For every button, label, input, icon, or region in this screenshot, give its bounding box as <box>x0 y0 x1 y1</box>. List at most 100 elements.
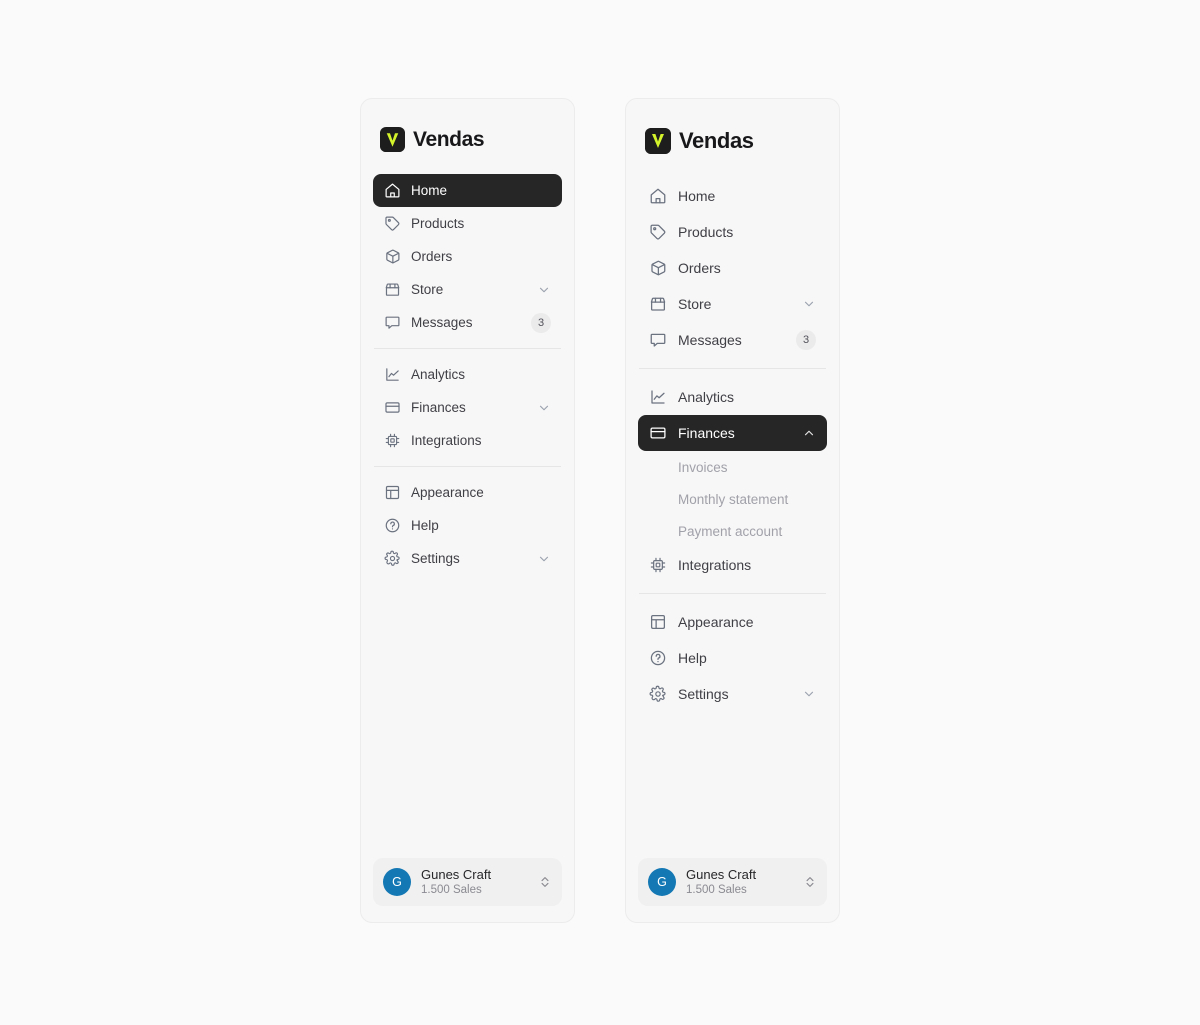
app-canvas: Vendas Home Products Orders Store Messag… <box>0 0 1200 1025</box>
credit-card-icon <box>649 424 667 442</box>
profile-name: Gunes Craft <box>421 866 492 882</box>
sidebar-item-label: Settings <box>411 551 460 566</box>
sidebar-item-label: Messages <box>678 332 742 348</box>
sidebar-item-appearance[interactable]: Appearance <box>373 476 562 509</box>
sidebar-expanded-panel: Vendas Home Products Orders Store Messag… <box>625 98 840 923</box>
sidebar-item-label: Store <box>411 282 444 297</box>
sidebar-item-label: Finances <box>411 400 466 415</box>
sidebar-item-label: Messages <box>411 315 473 330</box>
sidebar-item-orders[interactable]: Orders <box>638 250 827 286</box>
sidebar-item-home[interactable]: Home <box>373 174 562 207</box>
sidebar-item-help[interactable]: Help <box>638 640 827 676</box>
nav-group-system: Appearance Help Settings <box>373 476 562 575</box>
sidebar-item-store[interactable]: Store <box>638 286 827 322</box>
sidebar-item-products[interactable]: Products <box>373 207 562 240</box>
help-circle-icon <box>649 649 667 667</box>
profile-card[interactable]: G Gunes Craft 1.500 Sales <box>373 858 562 906</box>
profile-card[interactable]: G Gunes Craft 1.500 Sales <box>638 858 827 906</box>
brand-name: Vendas <box>679 128 754 153</box>
chevron-down-icon[interactable] <box>537 283 551 297</box>
sidebar-item-home[interactable]: Home <box>638 178 827 214</box>
tag-icon <box>649 223 667 241</box>
brand-name: Vendas <box>413 127 485 151</box>
avatar: G <box>648 868 676 896</box>
sidebar-item-products[interactable]: Products <box>638 214 827 250</box>
brand: Vendas <box>626 99 839 154</box>
avatar: G <box>383 868 411 896</box>
sidebar-item-appearance[interactable]: Appearance <box>638 604 827 640</box>
chevron-down-icon[interactable] <box>802 297 816 311</box>
chevron-up-down-icon[interactable] <box>538 873 552 891</box>
vendas-v-logo-icon <box>645 128 671 154</box>
sidebar-item-label: Store <box>678 296 712 312</box>
gear-icon <box>384 550 401 567</box>
nav-divider <box>374 466 561 467</box>
chart-line-icon <box>384 366 401 383</box>
sidebar-item-integrations[interactable]: Integrations <box>638 547 827 583</box>
sidebar-item-messages[interactable]: Messages 3 <box>373 306 562 339</box>
profile-text: Gunes Craft 1.500 Sales <box>421 867 528 898</box>
nav-divider <box>639 368 826 369</box>
sidebar-item-label: Home <box>411 183 448 198</box>
sidebar-subitem-monthly-statement[interactable]: Monthly statement <box>638 483 827 515</box>
profile-subtitle: 1.500 Sales <box>421 883 482 896</box>
sidebar-item-label: Integrations <box>678 557 752 573</box>
message-icon <box>649 331 667 349</box>
profile-subtitle: 1.500 Sales <box>686 883 747 896</box>
sidebar-item-settings[interactable]: Settings <box>638 676 827 712</box>
sidebar-item-label: Products <box>411 216 465 231</box>
sidebar-item-store[interactable]: Store <box>373 273 562 306</box>
home-icon <box>384 182 401 199</box>
sidebar-nav: Home Products Orders Store Messages 3 An… <box>361 174 574 575</box>
messages-badge: 3 <box>531 312 551 333</box>
sidebar-item-settings[interactable]: Settings <box>373 542 562 575</box>
home-icon <box>649 187 667 205</box>
package-icon <box>384 248 401 265</box>
chevron-down-icon[interactable] <box>537 401 551 415</box>
package-icon <box>649 259 667 277</box>
sidebar-item-label: Appearance <box>678 614 754 630</box>
message-icon <box>384 314 401 331</box>
tag-icon <box>384 215 401 232</box>
sidebar-item-messages[interactable]: Messages 3 <box>638 322 827 358</box>
profile-name: Gunes Craft <box>686 866 757 882</box>
nav-group-business: Analytics Finances Invoices Monthly stat… <box>638 379 827 583</box>
nav-group-primary: Home Products Orders Store Messages 3 <box>373 174 562 339</box>
nav-group-system: Appearance Help Settings <box>638 604 827 712</box>
sidebar-item-finances[interactable]: Finances <box>373 391 562 424</box>
brand: Vendas <box>361 99 574 152</box>
storefront-icon <box>649 295 667 313</box>
sidebar-item-analytics[interactable]: Analytics <box>638 379 827 415</box>
chevron-up-down-icon[interactable] <box>803 873 817 891</box>
sidebar-item-help[interactable]: Help <box>373 509 562 542</box>
chevron-up-icon[interactable] <box>802 426 816 440</box>
chevron-down-icon[interactable] <box>537 552 551 566</box>
nav-divider <box>639 593 826 594</box>
nav-group-business: Analytics Finances Integrations <box>373 358 562 457</box>
chip-icon <box>384 432 401 449</box>
nav-divider <box>374 348 561 349</box>
sidebar-item-label: Help <box>411 518 439 533</box>
sidebar-subitem-invoices[interactable]: Invoices <box>638 451 827 483</box>
sidebar-item-label: Settings <box>678 686 729 702</box>
credit-card-icon <box>384 399 401 416</box>
sidebar-item-finances[interactable]: Finances <box>638 415 827 451</box>
chart-line-icon <box>649 388 667 406</box>
storefront-icon <box>384 281 401 298</box>
sidebar-collapsed-panel: Vendas Home Products Orders Store Messag… <box>360 98 575 923</box>
vendas-v-logo-icon <box>380 127 405 152</box>
sidebar-item-label: Home <box>678 188 716 204</box>
chevron-down-icon[interactable] <box>802 687 816 701</box>
profile-text: Gunes Craft 1.500 Sales <box>686 867 793 898</box>
sidebar-item-orders[interactable]: Orders <box>373 240 562 273</box>
gear-icon <box>649 685 667 703</box>
layout-icon <box>384 484 401 501</box>
sidebar-item-label: Appearance <box>411 485 484 500</box>
sidebar-item-label: Analytics <box>411 367 466 382</box>
sidebar-subitem-payment-account[interactable]: Payment account <box>638 515 827 547</box>
sidebar-item-label: Orders <box>678 260 721 276</box>
sidebar-item-label: Products <box>678 224 734 240</box>
sidebar-item-analytics[interactable]: Analytics <box>373 358 562 391</box>
help-circle-icon <box>384 517 401 534</box>
sidebar-item-integrations[interactable]: Integrations <box>373 424 562 457</box>
